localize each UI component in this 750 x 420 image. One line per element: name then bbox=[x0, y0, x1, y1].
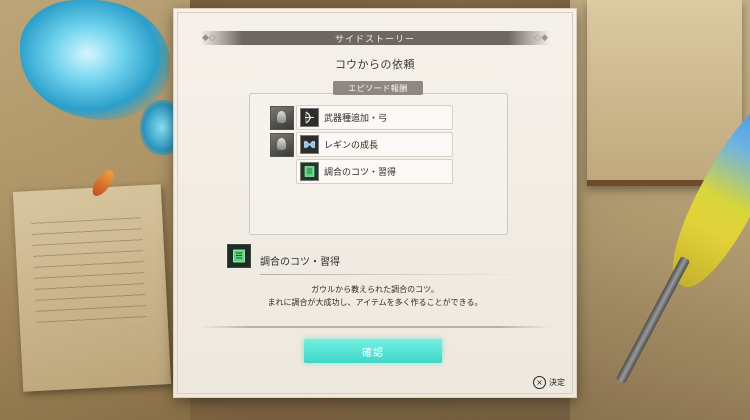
scroll-book-icon bbox=[300, 162, 319, 181]
parchment-writing bbox=[31, 217, 147, 333]
butterfly-icon bbox=[300, 135, 319, 154]
detail-scroll-book-icon bbox=[227, 244, 251, 268]
confirm-button[interactable]: 確認 bbox=[304, 339, 442, 363]
header-band: サイドストーリー bbox=[200, 31, 550, 45]
cross-button-icon: × bbox=[533, 376, 546, 389]
description-line: まれに調合が大成功し、アイテムを多く作ることができる。 bbox=[267, 298, 483, 307]
detail-underline bbox=[260, 274, 532, 275]
rewards-heading-tag: エピソード報酬 bbox=[333, 81, 423, 95]
dialog-header-title: サイドストーリー bbox=[334, 34, 415, 45]
reward-label: レギンの成長 bbox=[324, 141, 379, 151]
reward-item-recipe[interactable]: 調合のコツ・習得 bbox=[296, 159, 453, 184]
bow-icon bbox=[300, 108, 319, 127]
character-portrait-icon bbox=[270, 133, 294, 157]
reward-label: 調合のコツ・習得 bbox=[324, 168, 397, 178]
reward-item-weapon[interactable]: 武器種追加・弓 bbox=[296, 105, 453, 130]
ornament-right-icon: ◇◆ bbox=[534, 33, 548, 43]
side-story-dialog: ◆◇ サイドストーリー ◇◆ コウからの依頼 エピソード報酬 武器種追加・弓 レ… bbox=[174, 9, 576, 397]
reward-item-growth[interactable]: レギンの成長 bbox=[296, 132, 453, 157]
reward-label: 武器種追加・弓 bbox=[324, 114, 388, 124]
divider bbox=[200, 326, 550, 328]
confirm-hint-label: 決定 bbox=[549, 378, 565, 387]
description-line: ガウルから教えられた調合のコツ。 bbox=[311, 285, 439, 294]
detail-description: ガウルから教えられた調合のコツ。 まれに調合が大成功し、アイテムを多く作ることが… bbox=[174, 283, 576, 309]
quest-title: コウからの依頼 bbox=[334, 58, 416, 71]
confirm-hint: × 決定 bbox=[533, 376, 565, 389]
rewards-heading: エピソード報酬 bbox=[348, 83, 408, 93]
character-portrait-icon bbox=[270, 106, 294, 130]
detail-title: 調合のコツ・習得 bbox=[260, 257, 340, 268]
